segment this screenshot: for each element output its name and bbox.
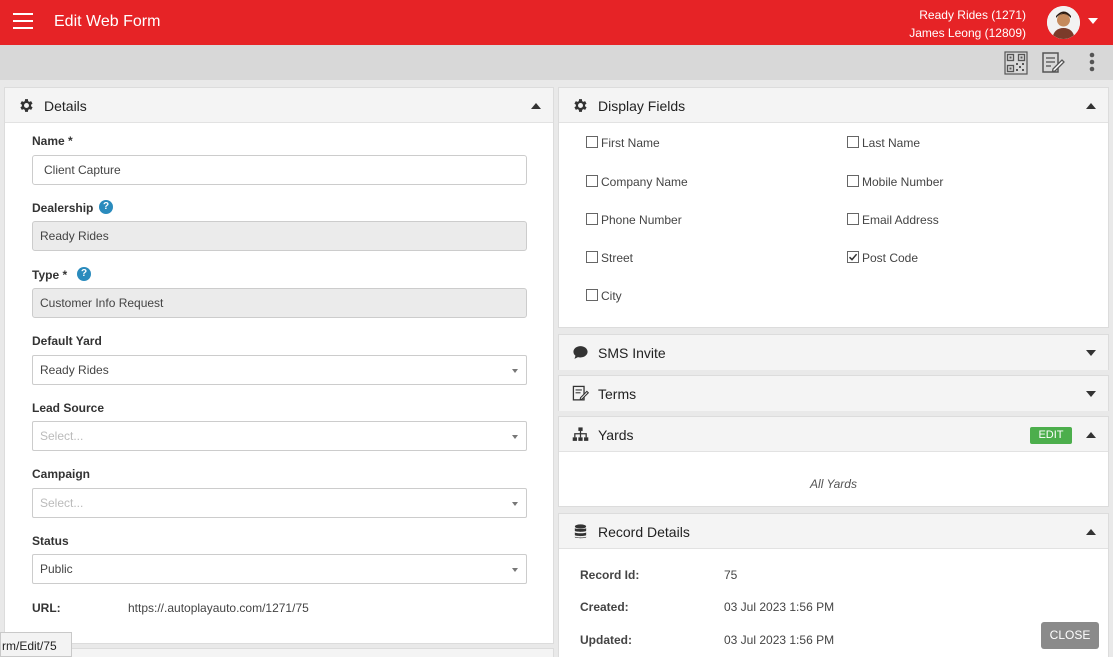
- checkbox-label: Email Address: [862, 213, 939, 227]
- type-help-icon[interactable]: ?: [77, 267, 91, 281]
- sms-invite-panel: SMS Invite: [558, 334, 1109, 370]
- lead-source-placeholder: Select...: [40, 429, 84, 443]
- url-value[interactable]: https://.autoplayauto.com/1271/75: [128, 601, 309, 615]
- expand-chevron-down-icon[interactable]: [1086, 350, 1096, 356]
- lead-source-select[interactable]: Select...: [32, 421, 527, 451]
- updated-value: 03 Jul 2023 1:56 PM: [724, 633, 835, 647]
- gear-icon: [572, 97, 589, 114]
- type-label: Type *: [32, 268, 68, 282]
- checkbox-box[interactable]: [586, 213, 598, 225]
- campaign-select[interactable]: Select...: [32, 488, 527, 518]
- user-menu-chevron-down-icon[interactable]: [1088, 18, 1098, 24]
- edit-note-icon: [572, 385, 590, 402]
- avatar[interactable]: [1047, 6, 1080, 39]
- terms-header[interactable]: Terms: [559, 376, 1108, 411]
- chevron-down-icon: [512, 502, 518, 506]
- terms-panel: Terms: [558, 375, 1109, 411]
- database-icon: [572, 523, 589, 540]
- checkbox-label: Last Name: [862, 136, 921, 150]
- status-label: Status: [32, 534, 69, 548]
- dealership-help-icon[interactable]: ?: [99, 200, 113, 214]
- campaign-label: Campaign: [32, 467, 91, 481]
- yards-title: Yards: [598, 427, 634, 443]
- chevron-down-icon: [512, 435, 518, 439]
- display-fields-panel: Display Fields First Name Last Name Comp…: [558, 87, 1109, 328]
- collapse-chevron-up-icon[interactable]: [531, 103, 541, 109]
- checkbox-label: Street: [601, 251, 634, 265]
- checkbox-label: City: [601, 289, 622, 303]
- checkbox-box[interactable]: [586, 175, 598, 187]
- name-input[interactable]: Client Capture: [32, 155, 527, 185]
- edit-note-icon[interactable]: [1041, 51, 1065, 75]
- details-panel: Details Name * Client Capture Dealership…: [4, 87, 554, 644]
- collapse-chevron-up-icon[interactable]: [1086, 103, 1096, 109]
- collapse-chevron-up-icon[interactable]: [1086, 529, 1096, 535]
- record-details-panel: Record Details Record Id: 75 Created: 03…: [558, 513, 1109, 657]
- default-yard-label: Default Yard: [32, 334, 102, 348]
- checkbox-box[interactable]: [586, 289, 598, 301]
- default-yard-select[interactable]: Ready Rides: [32, 355, 527, 385]
- default-yard-value: Ready Rides: [40, 363, 109, 377]
- action-toolbar: [0, 45, 1113, 80]
- chat-bubble-icon: [572, 344, 589, 361]
- collapse-chevron-up-icon[interactable]: [1086, 432, 1096, 438]
- record-details-title: Record Details: [598, 524, 690, 540]
- status-select[interactable]: Public: [32, 554, 527, 584]
- dealership-label: Dealership: [32, 201, 94, 215]
- checkbox-box[interactable]: [586, 251, 598, 263]
- yards-panel: Yards EDIT All Yards: [558, 416, 1109, 507]
- user-info[interactable]: Ready Rides (1271) James Leong (12809): [909, 6, 1026, 42]
- name-label: Name *: [32, 134, 73, 148]
- checkbox-box[interactable]: [847, 136, 859, 148]
- expand-chevron-down-icon[interactable]: [1086, 391, 1096, 397]
- chevron-down-icon: [512, 568, 518, 572]
- terms-title: Terms: [598, 386, 637, 402]
- checkbox-label: Phone Number: [601, 213, 682, 227]
- yards-content: All Yards: [810, 477, 857, 491]
- display-fields-header[interactable]: Display Fields: [559, 88, 1108, 123]
- checkbox-label: Post Code: [862, 251, 919, 265]
- yards-edit-button[interactable]: EDIT: [1030, 427, 1072, 444]
- user-line: James Leong (12809): [909, 26, 1026, 40]
- created-label: Created:: [580, 600, 629, 614]
- record-id-label: Record Id:: [580, 568, 640, 582]
- next-panel-peek: [4, 648, 554, 657]
- record-id-value: 75: [724, 568, 738, 582]
- dealership-line: Ready Rides (1271): [919, 8, 1026, 22]
- checkbox-box[interactable]: [847, 175, 859, 187]
- sms-invite-header[interactable]: SMS Invite: [559, 335, 1108, 370]
- qr-code-icon[interactable]: [1004, 51, 1028, 75]
- dealership-field: Ready Rides: [32, 221, 527, 251]
- status-bar-url: rm/Edit/75: [0, 632, 72, 657]
- campaign-placeholder: Select...: [40, 496, 84, 510]
- chevron-down-icon: [512, 369, 518, 373]
- checkbox-label: Company Name: [601, 175, 688, 189]
- lead-source-label: Lead Source: [32, 401, 105, 415]
- created-value: 03 Jul 2023 1:56 PM: [724, 600, 835, 614]
- updated-label: Updated:: [580, 633, 632, 647]
- details-panel-header[interactable]: Details: [5, 88, 553, 123]
- hamburger-menu-icon[interactable]: [13, 13, 33, 31]
- more-vert-icon[interactable]: [1080, 51, 1104, 75]
- type-field: Customer Info Request: [32, 288, 527, 318]
- close-button[interactable]: CLOSE: [1041, 622, 1099, 649]
- status-value: Public: [40, 562, 73, 576]
- yards-header[interactable]: Yards EDIT: [559, 417, 1108, 452]
- checkbox-box[interactable]: [586, 136, 598, 148]
- checkbox-label: First Name: [601, 136, 660, 150]
- display-fields-title: Display Fields: [598, 98, 686, 114]
- top-app-bar: Edit Web Form Ready Rides (1271) James L…: [0, 0, 1113, 45]
- record-details-header[interactable]: Record Details: [559, 514, 1108, 549]
- url-label: URL:: [32, 601, 61, 615]
- details-title: Details: [44, 98, 87, 114]
- gear-icon: [18, 97, 35, 114]
- checkbox-box[interactable]: [847, 213, 859, 225]
- checkbox-box-checked[interactable]: [847, 251, 859, 263]
- checkbox-label: Mobile Number: [862, 175, 944, 189]
- sms-invite-title: SMS Invite: [598, 345, 666, 361]
- page-title: Edit Web Form: [54, 13, 161, 30]
- sitemap-icon: [572, 426, 589, 443]
